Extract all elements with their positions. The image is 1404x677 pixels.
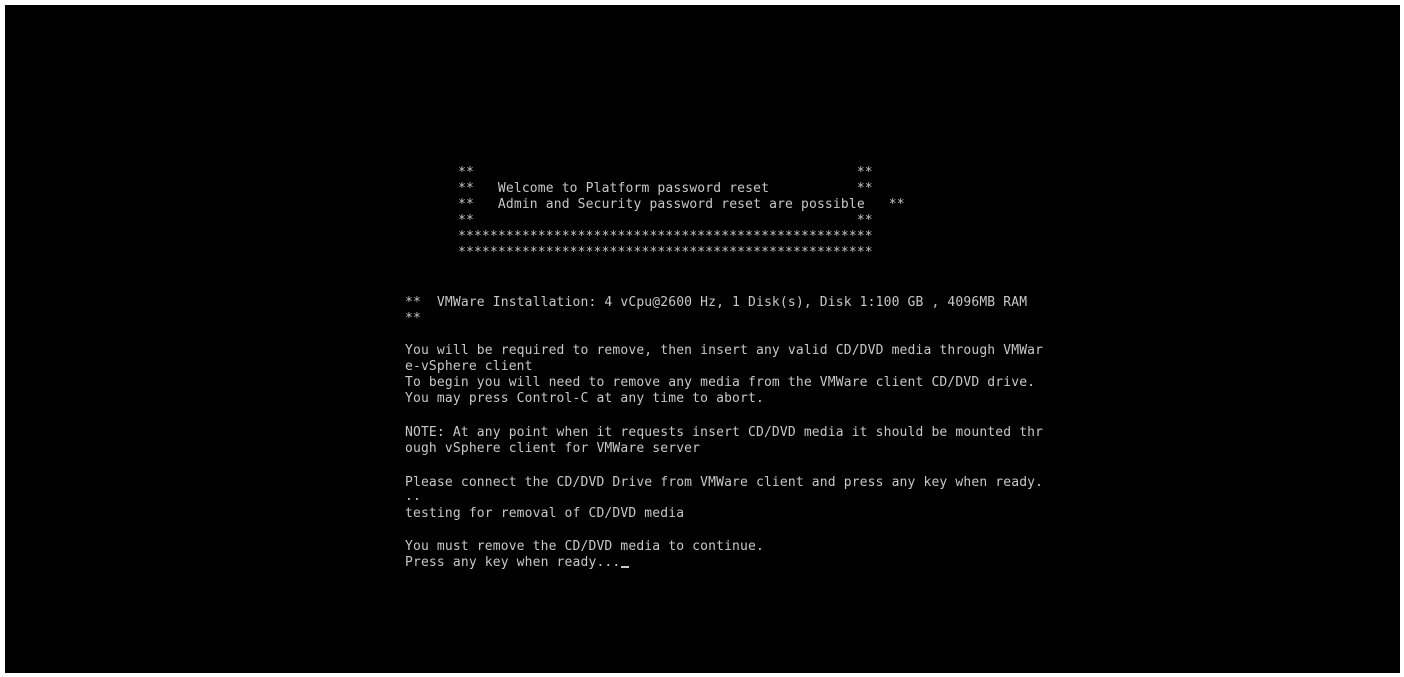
vmware-info-cont-line: ** [405, 311, 421, 326]
console-screen[interactable]: ** ** ** Welcome to Platform password re… [5, 5, 1400, 673]
banner-line: ** ** [458, 213, 873, 228]
must-remove-line: You must remove the CD/DVD media to cont… [405, 539, 764, 554]
banner-line: ** ** [458, 165, 873, 180]
banner-border-line: ****************************************… [458, 229, 873, 244]
abort-instruction-line: You may press Control-C at any time to a… [405, 391, 764, 406]
screen-frame: ** ** ** Welcome to Platform password re… [0, 0, 1404, 677]
banner-welcome-line: ** Welcome to Platform password reset ** [458, 181, 873, 196]
prompt-text: Press any key when ready... [405, 555, 621, 570]
text-cursor [621, 566, 630, 568]
connect-prompt-line: Please connect the CD/DVD Drive from VMW… [405, 475, 1044, 490]
banner-admin-line: ** Admin and Security password reset are… [458, 197, 905, 212]
note-line: ough vSphere client for VMWare server [405, 441, 701, 456]
vmware-info-line: ** VMWare Installation: 4 vCpu@2600 Hz, … [405, 295, 1028, 310]
progress-dots: .. [405, 489, 421, 504]
remove-instruction-line: You will be required to remove, then ins… [405, 343, 1044, 358]
begin-instruction-line: To begin you will need to remove any med… [405, 375, 1036, 390]
banner-border-line: ****************************************… [458, 245, 873, 260]
remove-instruction-line: e-vSphere client [405, 359, 533, 374]
testing-status-line: testing for removal of CD/DVD media [405, 506, 685, 521]
command-prompt[interactable]: Press any key when ready... [405, 555, 630, 571]
note-line: NOTE: At any point when it requests inse… [405, 425, 1044, 440]
